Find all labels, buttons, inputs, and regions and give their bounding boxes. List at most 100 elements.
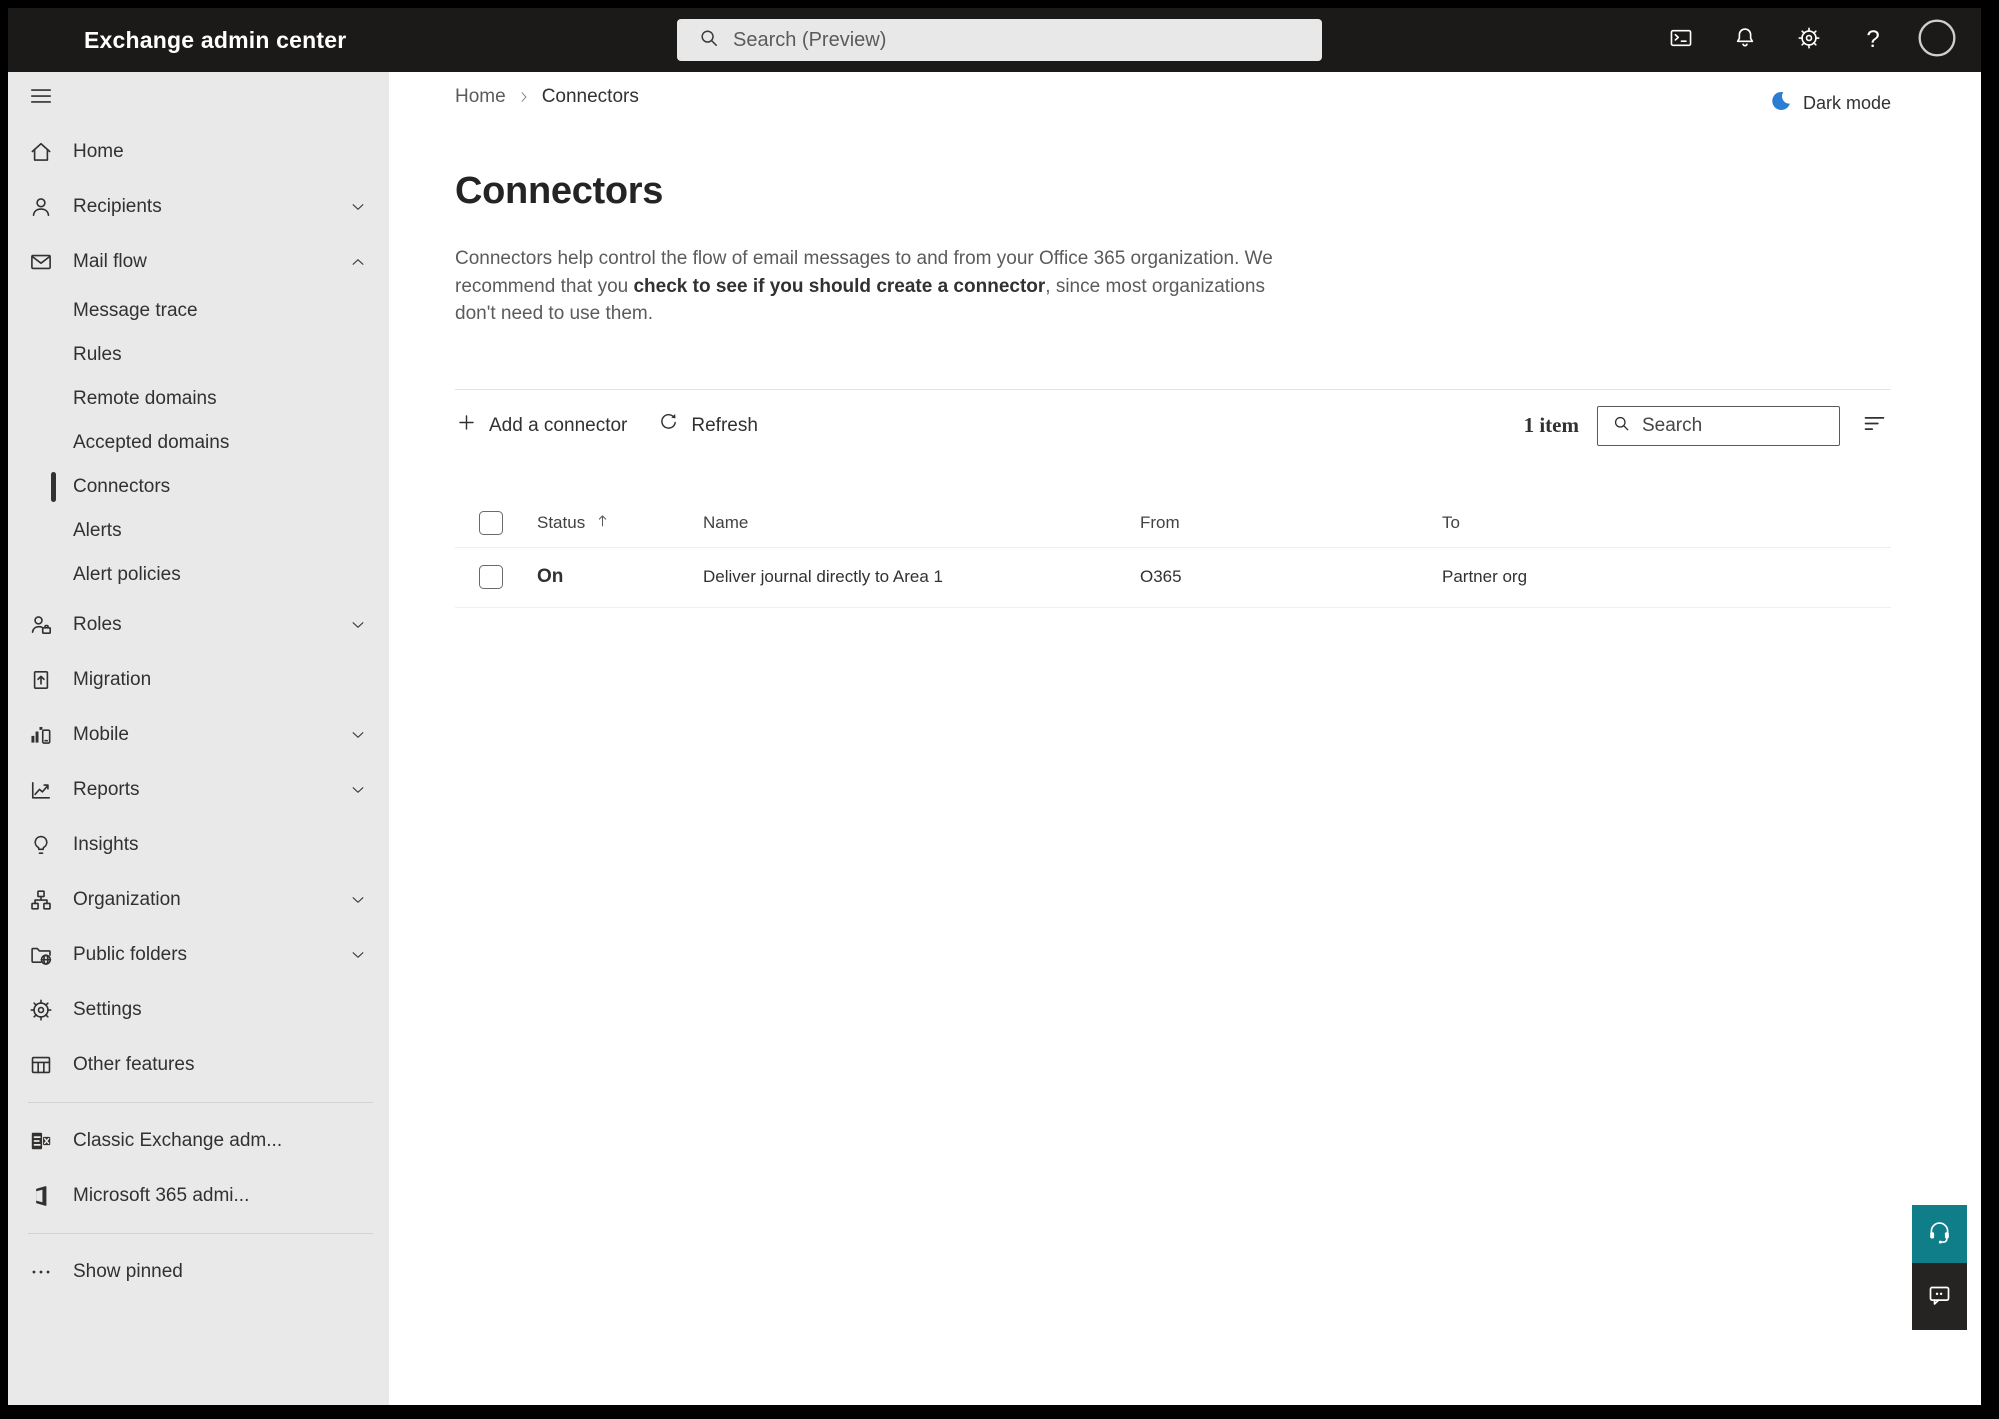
sidebar-item-connectors[interactable]: Connectors — [8, 465, 389, 509]
other-features-icon — [28, 1052, 54, 1078]
sidebar-item-label: Alerts — [73, 520, 122, 541]
chat-icon — [1926, 1281, 1953, 1313]
column-header-name[interactable]: Name — [703, 513, 1140, 533]
search-icon — [1611, 413, 1632, 439]
sidebar-item-label: Classic Exchange adm... — [73, 1129, 283, 1151]
account-avatar[interactable] — [1905, 8, 1969, 72]
sidebar-item-label: Mail flow — [73, 250, 147, 272]
mobile-icon — [28, 722, 54, 748]
insights-icon — [28, 832, 54, 858]
sidebar-item-reports[interactable]: Reports — [8, 762, 389, 817]
organization-icon — [28, 887, 54, 913]
sidebar-item-label: Alert policies — [73, 564, 181, 585]
help-icon: ? — [1866, 26, 1880, 53]
sidebar-item-insights[interactable]: Insights — [8, 817, 389, 872]
select-all-checkbox[interactable] — [479, 510, 503, 535]
sidebar-divider — [28, 1233, 373, 1234]
classic-exchange-icon — [28, 1128, 54, 1154]
chat-button[interactable] — [1912, 1263, 1967, 1330]
sidebar-item-migration[interactable]: Migration — [8, 652, 389, 707]
app-launcher-button[interactable] — [22, 8, 70, 72]
sidebar-item-classic-exchange-adm[interactable]: Classic Exchange adm... — [8, 1113, 389, 1168]
sidebar-item-remote-domains[interactable]: Remote domains — [8, 377, 389, 421]
sidebar-item-label: Rules — [73, 344, 122, 365]
sidebar-item-recipients[interactable]: Recipients — [8, 179, 389, 234]
refresh-button[interactable]: Refresh — [657, 411, 758, 440]
dark-mode-label: Dark mode — [1802, 92, 1891, 113]
sidebar-item-rules[interactable]: Rules — [8, 333, 389, 377]
column-header-status[interactable]: Status — [537, 512, 703, 534]
sidebar-item-label: Organization — [73, 888, 181, 910]
sidebar-item-label: Reports — [73, 778, 140, 800]
chevron-down-icon — [349, 891, 367, 909]
sidebar-item-accepted-domains[interactable]: Accepted domains — [8, 421, 389, 465]
sidebar-item-label: Recipients — [73, 195, 162, 217]
chevron-down-icon — [349, 198, 367, 216]
column-header-to[interactable]: To — [1442, 513, 1891, 533]
settings-icon — [1796, 25, 1822, 56]
sidebar-divider — [28, 1102, 373, 1103]
sidebar-item-label: Show pinned — [73, 1260, 183, 1282]
sidebar-item-label: Message trace — [73, 300, 198, 321]
add-connector-button[interactable]: Add a connector — [455, 411, 627, 440]
sidebar-item-mobile[interactable]: Mobile — [8, 707, 389, 762]
list-search-input[interactable] — [1642, 414, 1839, 437]
settings-button[interactable] — [1777, 8, 1841, 72]
sidebar-item-label: Microsoft 365 admi... — [73, 1184, 250, 1206]
sidebar-item-organization[interactable]: Organization — [8, 872, 389, 927]
sidebar-item-label: Connectors — [73, 476, 171, 497]
person-icon — [28, 194, 54, 220]
public-folders-icon — [28, 942, 54, 968]
chevron-down-icon — [349, 781, 367, 799]
sidebar-item-settings[interactable]: Settings — [8, 982, 389, 1037]
mail-icon — [28, 249, 54, 275]
sidebar-item-other-features[interactable]: Other features — [8, 1037, 389, 1092]
sidebar-item-mail-flow[interactable]: Mail flow — [8, 234, 389, 289]
connector-name[interactable]: Deliver journal directly to Area 1 — [703, 567, 1140, 587]
item-count: 1 item — [1523, 413, 1579, 437]
breadcrumb-home-link[interactable]: Home — [455, 86, 506, 108]
dark-mode-toggle[interactable]: Dark mode — [1769, 89, 1891, 118]
topbar: Exchange admin center ? — [8, 8, 1981, 72]
headset-icon — [1926, 1218, 1953, 1250]
sidebar-item-label: Accepted domains — [73, 432, 230, 453]
sidebar-item-show-pinned[interactable]: Show pinned — [8, 1244, 389, 1299]
cloud-shell-button[interactable] — [1649, 8, 1713, 72]
help-button[interactable]: ? — [1841, 8, 1905, 72]
global-search-input[interactable] — [733, 19, 1322, 61]
sidebar-item-roles[interactable]: Roles — [8, 597, 389, 652]
sidebar-item-label: Migration — [73, 668, 152, 690]
list-search-box[interactable] — [1597, 405, 1840, 446]
page-description: Connectors help control the flow of emai… — [455, 248, 1273, 324]
sidebar-item-message-trace[interactable]: Message trace — [8, 289, 389, 333]
breadcrumb-current: Connectors — [541, 86, 639, 107]
sidebar-item-alert-policies[interactable]: Alert policies — [8, 553, 389, 597]
row-checkbox[interactable] — [479, 565, 503, 589]
headset-button[interactable] — [1912, 1205, 1967, 1263]
collapse-nav-button[interactable] — [8, 72, 389, 124]
topbar-actions: ? — [1649, 8, 1981, 72]
sidebar-item-public-folders[interactable]: Public folders — [8, 927, 389, 982]
filter-button[interactable] — [1857, 409, 1891, 443]
breadcrumb: Home Connectors — [455, 86, 639, 108]
sidebar-item-alerts[interactable]: Alerts — [8, 509, 389, 553]
chevron-down-icon — [349, 726, 367, 744]
sidebar-item-home[interactable]: Home — [8, 124, 389, 179]
sidebar-item-label: Remote domains — [73, 388, 217, 409]
table-row[interactable]: On Deliver journal directly to Area 1 O365… — [455, 548, 1891, 608]
global-search-box[interactable] — [677, 19, 1322, 61]
sidebar-item-label: Home — [73, 140, 124, 162]
notifications-button[interactable] — [1713, 8, 1777, 72]
app-title: Exchange admin center — [84, 26, 347, 53]
reports-icon — [28, 777, 54, 803]
ellipsis-icon — [28, 1259, 54, 1285]
sidebar-item-microsoft-365-admi[interactable]: Microsoft 365 admi... — [8, 1168, 389, 1223]
column-header-from[interactable]: From — [1140, 513, 1442, 533]
search-icon — [697, 26, 721, 55]
m365-icon — [28, 1183, 54, 1209]
sidebar-item-label: Insights — [73, 833, 139, 855]
sidebar-item-label: Public folders — [73, 943, 188, 965]
floating-buttons — [1912, 1205, 1967, 1330]
notifications-icon — [1732, 25, 1758, 56]
sort-ascending-icon — [594, 512, 611, 534]
